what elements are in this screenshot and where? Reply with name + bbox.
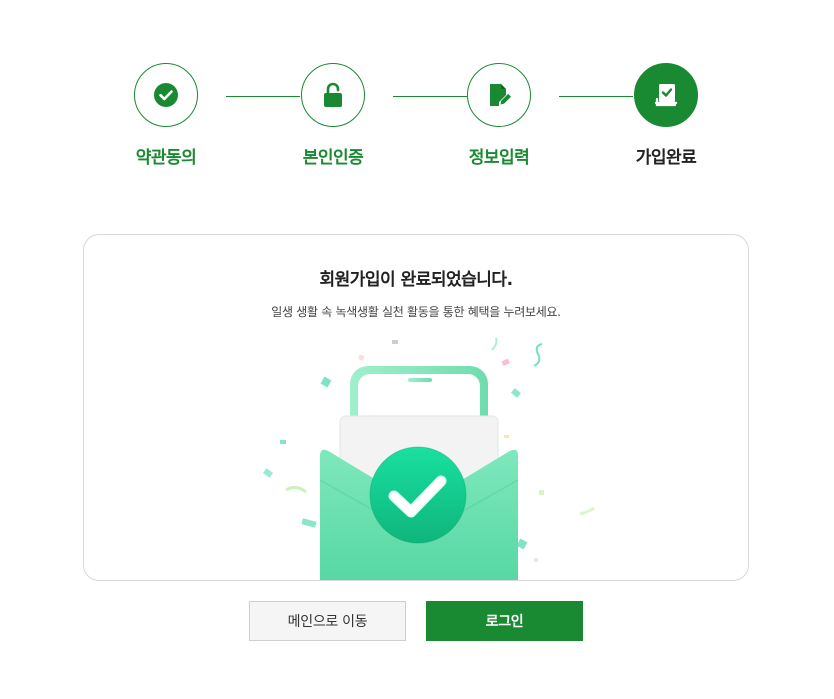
check-icon bbox=[154, 83, 178, 107]
unlock-icon bbox=[324, 82, 342, 107]
completion-subtitle: 일생 생활 속 녹색생활 실천 활동을 통한 혜택을 누려보세요. bbox=[271, 305, 561, 319]
signup-progress-steps: 약관동의 본인인증 정보입력 가입완료 bbox=[0, 0, 834, 200]
step-terms: 약관동의 bbox=[106, 63, 226, 168]
step-info-circle bbox=[467, 63, 531, 127]
step-terms-label: 약관동의 bbox=[135, 148, 197, 168]
phone-envelope-check-icon bbox=[263, 337, 595, 580]
edit-document-icon bbox=[490, 84, 511, 106]
step-verify-label: 본인인증 bbox=[302, 148, 364, 168]
step-complete: 가입완료 bbox=[606, 63, 726, 168]
go-main-button[interactable]: 메인으로 이동 bbox=[249, 601, 406, 641]
login-button[interactable]: 로그인 bbox=[426, 601, 583, 641]
step-info-label: 정보입력 bbox=[468, 148, 530, 168]
completed-book-icon bbox=[654, 84, 678, 107]
step-verify: 본인인증 bbox=[273, 63, 393, 168]
step-info: 정보입력 bbox=[439, 63, 559, 168]
completion-title: 회원가입이 완료되었습니다. bbox=[319, 270, 513, 290]
step-complete-circle bbox=[634, 63, 698, 127]
step-complete-label: 가입완료 bbox=[635, 148, 697, 168]
step-verify-circle bbox=[301, 63, 365, 127]
step-terms-circle bbox=[134, 63, 198, 127]
completion-card: 회원가입이 완료되었습니다. 일생 생활 속 녹색생활 실천 활동을 통한 혜택… bbox=[83, 234, 749, 581]
